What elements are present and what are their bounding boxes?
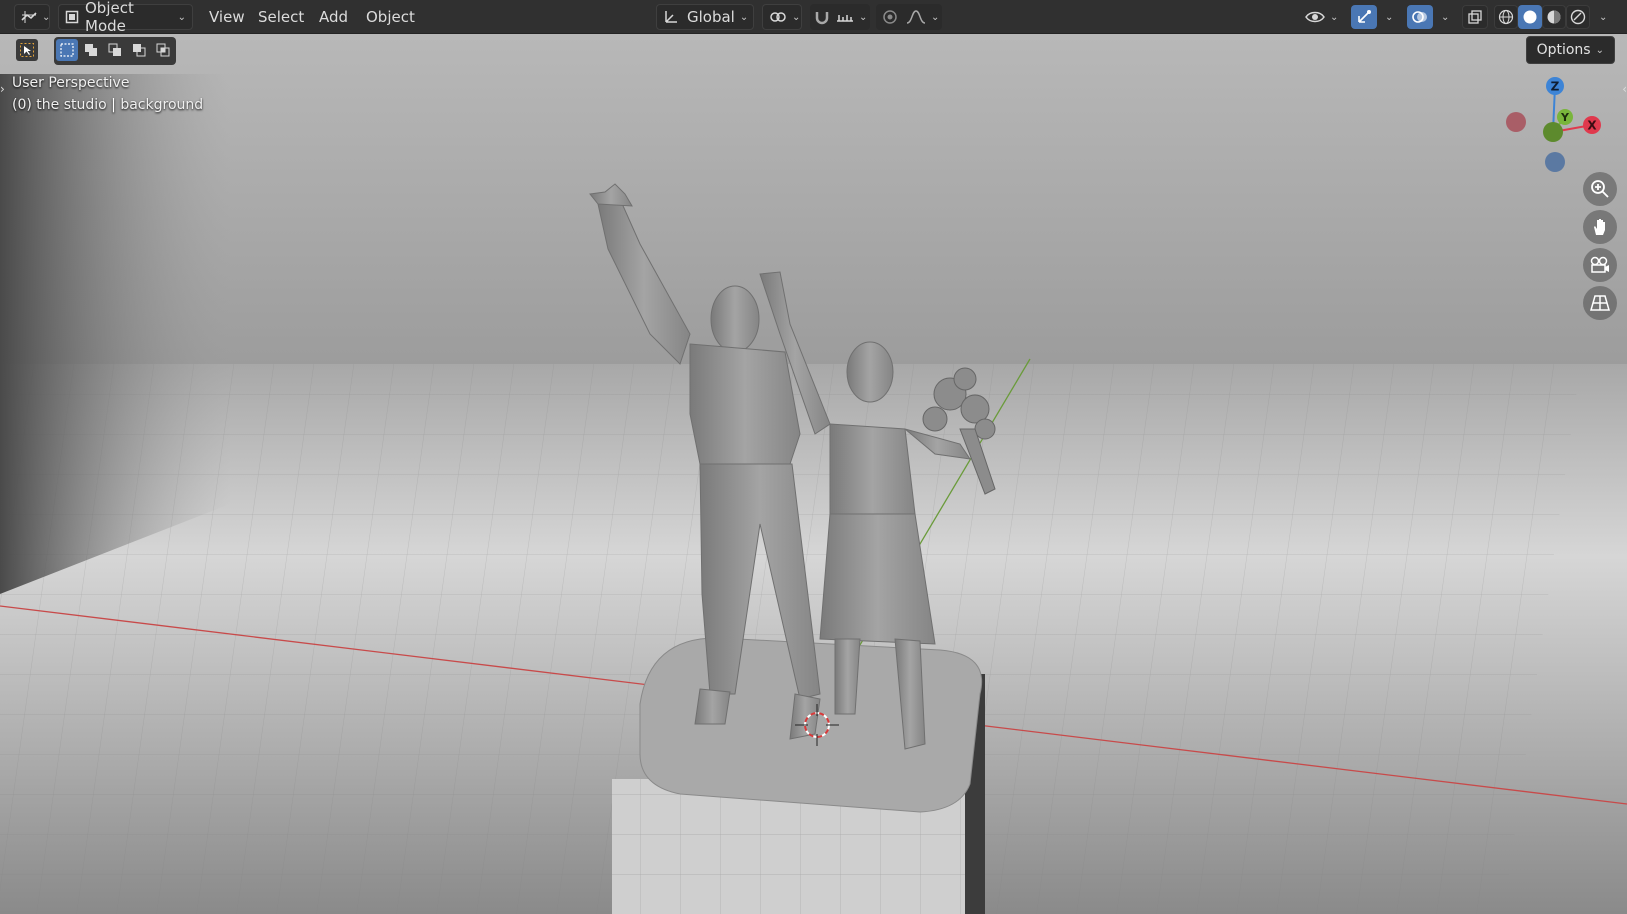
options-label: Options [1536,42,1591,58]
zoom-button[interactable] [1583,172,1617,206]
transform-orientation-dropdown[interactable]: Global ⌄ [656,4,754,30]
shading-solid-button[interactable] [1518,5,1542,29]
show-gizmo-button[interactable] [1351,5,1377,29]
chevron-down-icon: ⌄ [931,11,940,23]
ortho-grid-icon [1590,294,1610,312]
chevron-down-icon: ⌄ [1385,11,1394,23]
xray-icon [1468,10,1482,24]
chevron-down-icon: ⌄ [1595,44,1604,56]
chevron-down-icon: ⌄ [1330,11,1339,23]
select-intersect-button[interactable] [152,39,174,61]
gizmo-x-label: X [1587,119,1597,133]
shading-rendered-button[interactable] [1566,5,1590,29]
rendered-sphere-icon [1570,9,1586,25]
chevron-down-icon: ⌄ [1441,11,1450,23]
overlays-options-dropdown[interactable]: ⌄ [1436,4,1450,30]
chevron-down-icon: ⌄ [42,11,51,23]
falloff-curve-icon [906,10,926,24]
gizmo-icon [1356,9,1372,25]
select-tool-button[interactable] [16,39,38,61]
menu-add[interactable]: Add [311,4,356,30]
toolbar-expand-arrow-icon[interactable]: › [0,82,5,96]
pan-button[interactable] [1583,210,1617,244]
viewport-tool-row [16,37,38,65]
object-mode-icon [65,10,79,24]
view-name-label: User Perspective [12,75,130,91]
shading-options-dropdown[interactable]: ⌄ [1594,4,1608,30]
snap-magnet-icon [814,9,830,25]
sidebar-expand-arrow-icon[interactable]: ‹ [1622,82,1627,96]
select-new-icon [60,43,74,57]
select-difference-icon [132,43,146,57]
select-difference-button[interactable] [128,39,150,61]
shading-wireframe-button[interactable] [1494,5,1518,29]
select-subtract-icon [108,43,122,57]
editor-type-3d-viewport-icon [21,10,37,24]
camera-icon [1589,256,1611,274]
visibility-dropdown[interactable]: ⌄ [1305,4,1347,30]
gizmo-neg-x-icon[interactable] [1506,112,1526,132]
gizmo-options-dropdown[interactable]: ⌄ [1380,4,1394,30]
gizmo-neg-z-icon[interactable] [1545,152,1565,172]
proportional-editing-group[interactable]: ⌄ [876,4,942,30]
studio-wall-shadow [0,74,230,594]
menu-view[interactable]: View [201,4,253,30]
pivot-point-dropdown[interactable]: ⌄ [762,4,802,30]
menu-select[interactable]: Select [250,4,312,30]
pivot-link-icon [769,10,787,24]
proportional-editing-icon [882,9,898,25]
select-new-button[interactable] [56,39,78,61]
shading-material-button[interactable] [1542,5,1566,29]
gizmo-neg-y-icon[interactable] [1543,122,1563,142]
ortho-toggle-button[interactable] [1583,286,1617,320]
chevron-down-icon: ⌄ [859,11,868,23]
menu-object[interactable]: Object [358,4,423,30]
zoom-icon [1590,179,1610,199]
gizmo-y-label: Y [1560,111,1570,124]
options-dropdown[interactable]: Options ⌄ [1525,36,1615,64]
snap-increment-icon [836,10,854,24]
pan-hand-icon [1590,217,1610,237]
active-object-label: background [120,97,204,113]
scene-info-label: (0) the studio | background [12,97,204,113]
navigation-gizmo[interactable]: Z Y X [1505,74,1615,184]
selection-mode-group [54,37,176,65]
3d-viewport[interactable]: Options ⌄ › User Perspective (0) the stu… [0,34,1627,914]
select-intersect-icon [156,43,170,57]
select-extend-button[interactable] [80,39,102,61]
toggle-xray-button[interactable] [1462,5,1488,29]
camera-view-button[interactable] [1583,248,1617,282]
chevron-down-icon: ⌄ [177,11,186,23]
scene-canvas [0,74,1627,914]
select-extend-icon [84,43,98,57]
cursor-arrow-icon [20,43,34,57]
chevron-down-icon: ⌄ [792,11,801,23]
show-overlays-button[interactable] [1407,5,1433,29]
overlays-icon [1411,9,1429,25]
chevron-down-icon: ⌄ [1599,11,1608,23]
snapping-group[interactable]: ⌄ [810,4,870,30]
solid-sphere-icon [1522,9,1538,25]
orientation-label: Global [687,8,735,26]
collection-label: (0) the studio [12,97,107,113]
viewport-header: ⌄ Object Mode ⌄ View Select Add Object G… [0,0,1627,35]
mode-label: Object Mode [85,0,134,35]
orientation-axes-icon [663,9,679,25]
material-sphere-icon [1546,9,1562,25]
wireframe-sphere-icon [1498,9,1514,25]
select-subtract-button[interactable] [104,39,126,61]
mode-dropdown[interactable]: Object Mode ⌄ [58,0,193,35]
editor-type-dropdown[interactable]: ⌄ [14,4,50,30]
eye-icon [1305,10,1325,24]
gizmo-z-label: Z [1551,80,1560,94]
chevron-down-icon: ⌄ [739,11,749,23]
